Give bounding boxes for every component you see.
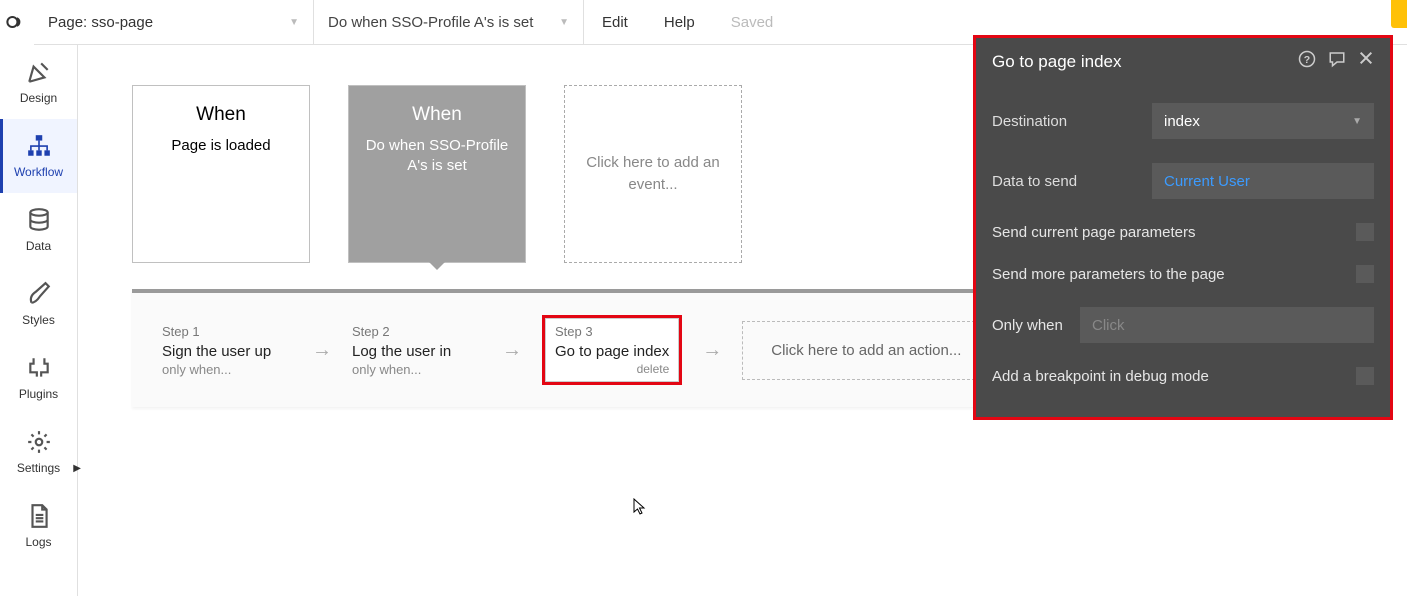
add-event-label: Click here to add an event... (575, 152, 731, 197)
send-more-params-label: Send more parameters to the page (992, 266, 1225, 283)
only-when-placeholder: Click (1092, 317, 1125, 334)
sidebar-item-label: Styles (22, 313, 55, 327)
save-status: Saved (713, 14, 792, 31)
app-logo[interactable] (0, 0, 34, 45)
step-condition: only when... (162, 362, 292, 377)
sidebar-item-data[interactable]: Data (0, 193, 77, 267)
send-current-params-label: Send current page parameters (992, 224, 1195, 241)
chevron-down-icon: ▼ (1352, 116, 1362, 127)
panel-title: Go to page index (992, 52, 1121, 72)
expand-sidebar-icon[interactable]: ▶ (73, 463, 81, 474)
breakpoint-label: Add a breakpoint in debug mode (992, 368, 1209, 385)
edit-menu[interactable]: Edit (584, 14, 646, 31)
sidebar-item-label: Data (26, 239, 51, 253)
step-delete[interactable]: delete (555, 362, 669, 376)
issues-indicator[interactable] (1391, 0, 1407, 28)
destination-select[interactable]: index ▼ (1152, 103, 1374, 139)
sidebar-item-label: Workflow (14, 165, 63, 179)
help-menu[interactable]: Help (646, 14, 713, 31)
step-number: Step 1 (162, 324, 292, 339)
styles-icon (26, 281, 52, 307)
svg-text:?: ? (1304, 54, 1310, 66)
step-title: Sign the user up (162, 343, 292, 360)
data-to-send-input[interactable]: Current User (1152, 163, 1374, 199)
workflow-event-selector[interactable]: Do when SSO-Profile A's is set ▼ (314, 0, 584, 44)
chevron-down-icon: ▼ (559, 17, 569, 28)
event-description: Do when SSO-Profile A's is set (359, 136, 515, 177)
sidebar-item-label: Plugins (19, 387, 58, 401)
event-card-sso-profile[interactable]: When Do when SSO-Profile A's is set (348, 85, 526, 263)
destination-label: Destination (992, 113, 1152, 130)
sidebar-item-settings[interactable]: Settings (0, 415, 77, 489)
sidebar-item-label: Settings (17, 461, 60, 475)
sidebar-item-workflow[interactable]: Workflow (0, 119, 77, 193)
add-event-card[interactable]: Click here to add an event... (564, 85, 742, 263)
data-to-send-label: Data to send (992, 173, 1152, 190)
design-icon (26, 59, 52, 85)
settings-icon (26, 429, 52, 455)
sidebar-item-styles[interactable]: Styles (0, 267, 77, 341)
page-name: sso-page (91, 14, 153, 31)
sidebar-item-logs[interactable]: Logs (0, 489, 77, 563)
comment-icon[interactable] (1328, 50, 1346, 73)
sidebar-item-label: Design (20, 91, 57, 105)
only-when-input[interactable]: Click (1080, 307, 1374, 343)
close-icon[interactable] (1358, 50, 1374, 73)
arrow-right-icon: → (312, 339, 332, 362)
data-to-send-value: Current User (1164, 173, 1250, 190)
arrow-right-icon: → (502, 339, 522, 362)
sidebar-item-design[interactable]: Design (0, 45, 77, 119)
sidebar: Design Workflow Data Styles Plugins Sett… (0, 45, 78, 596)
page-selector[interactable]: Page: sso-page ▼ (34, 0, 314, 44)
arrow-right-icon: → (702, 339, 722, 362)
step-sign-user-up[interactable]: Step 1 Sign the user up only when... (162, 324, 292, 377)
step-go-to-page[interactable]: Step 3 Go to page index delete (542, 315, 682, 385)
sidebar-item-label: Logs (25, 535, 51, 549)
data-icon (26, 207, 52, 233)
event-description: Page is loaded (171, 136, 270, 156)
event-expression: Do when SSO-Profile A's is set (328, 14, 533, 31)
chevron-down-icon: ▼ (289, 17, 299, 28)
only-when-label: Only when (992, 317, 1066, 334)
breakpoint-checkbox[interactable] (1356, 367, 1374, 385)
event-card-page-loaded[interactable]: When Page is loaded (132, 85, 310, 263)
step-title: Log the user in (352, 343, 482, 360)
event-when-label: When (412, 104, 462, 126)
logs-icon (26, 503, 52, 529)
help-icon[interactable]: ? (1298, 50, 1316, 73)
step-title: Go to page index (555, 343, 669, 360)
plugins-icon (26, 355, 52, 381)
send-current-params-checkbox[interactable] (1356, 223, 1374, 241)
destination-value: index (1164, 113, 1200, 130)
step-number: Step 2 (352, 324, 482, 339)
send-more-params-checkbox[interactable] (1356, 265, 1374, 283)
workflow-icon (26, 133, 52, 159)
step-number: Step 3 (555, 324, 669, 339)
page-prefix: Page: (48, 14, 91, 31)
add-action-button[interactable]: Click here to add an action... (742, 321, 990, 380)
sidebar-item-plugins[interactable]: Plugins (0, 341, 77, 415)
event-when-label: When (196, 104, 246, 126)
step-condition: only when... (352, 362, 482, 377)
property-panel: Go to page index ? Destination index ▼ D… (973, 35, 1393, 420)
step-log-user-in[interactable]: Step 2 Log the user in only when... (352, 324, 482, 377)
